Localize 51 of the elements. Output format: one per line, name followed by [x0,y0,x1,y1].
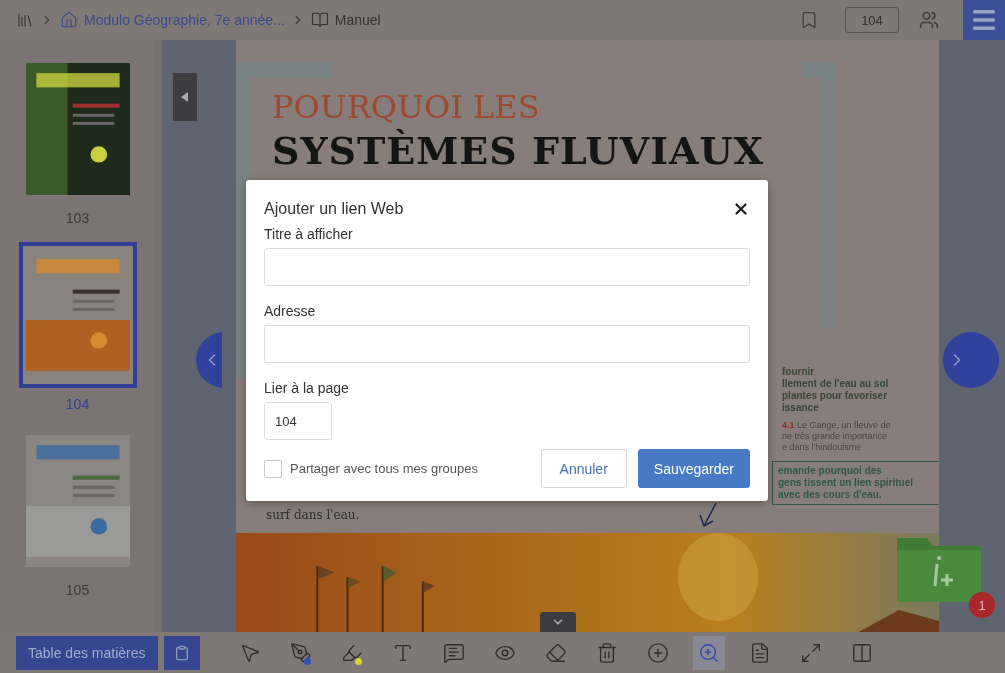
breadcrumb-link[interactable]: Manuel [334,12,381,28]
trash-icon [595,641,618,664]
cancel-button[interactable]: Annuler [540,449,627,488]
field-label: Titre à afficher [264,226,354,242]
input-field[interactable] [264,325,750,363]
field-label: Lier à la page [264,380,350,396]
side-text-line: fournir [782,366,816,378]
side-text-line: plantes pour favoriser [782,390,889,402]
plus-circle-icon [646,641,669,664]
page-title: SYSTÈMES FLUVIAUX [272,128,766,173]
zoom-icon [697,641,720,664]
note-line: emande pourquoi des [778,465,883,477]
page-label: 105 [65,582,90,598]
page-thumbnail[interactable] [18,242,137,388]
arrow-icon [698,502,718,528]
columns-icon [850,641,873,664]
eraser-icon [544,641,567,664]
body-text: surf dans l'eau. [266,508,360,522]
contents-button[interactable]: Table des matières [16,635,158,670]
dialog-title: Ajouter un lien Web [264,200,404,218]
pen-icon [289,641,312,664]
side-text-line: llement de l'eau au sol [782,378,890,390]
triangle-left-icon [181,92,189,102]
close-button[interactable] [732,200,750,218]
clipboard-button[interactable] [163,635,200,670]
input-field[interactable] [264,248,750,286]
side-text-line: issance [782,402,820,414]
book-icon[interactable] [310,11,329,29]
comment-icon [442,641,465,664]
zoom-tool[interactable] [692,635,725,670]
home-icon[interactable] [60,11,78,29]
collapse-button[interactable] [173,73,197,121]
menu-button[interactable] [963,0,1005,40]
field-label: Adresse [264,303,317,319]
note-line: avec des cours d'eau. [778,489,883,501]
breadcrumb-link[interactable]: Modulo Géographie, 7e année... [84,12,285,28]
save-button[interactable]: Sauvegarder [637,449,750,488]
checkbox-label: Partager avec tous mes groupes [290,461,478,476]
page-label: 103 [65,210,90,226]
share-checkbox[interactable] [264,459,282,478]
expand-icon [799,641,822,664]
expand-tab[interactable] [540,612,576,632]
page-field[interactable]: 104 [264,402,332,440]
page-number-field[interactable]: 104 [845,7,899,33]
clipboard-icon [173,644,190,661]
page-label: 104 [65,396,90,412]
close-icon [732,200,750,218]
page-heading: POURQUOI LES [272,88,541,126]
books-icon[interactable] [16,11,34,29]
group-icon[interactable] [919,10,939,30]
note-line: gens tissent un lien spirituel [778,477,915,489]
